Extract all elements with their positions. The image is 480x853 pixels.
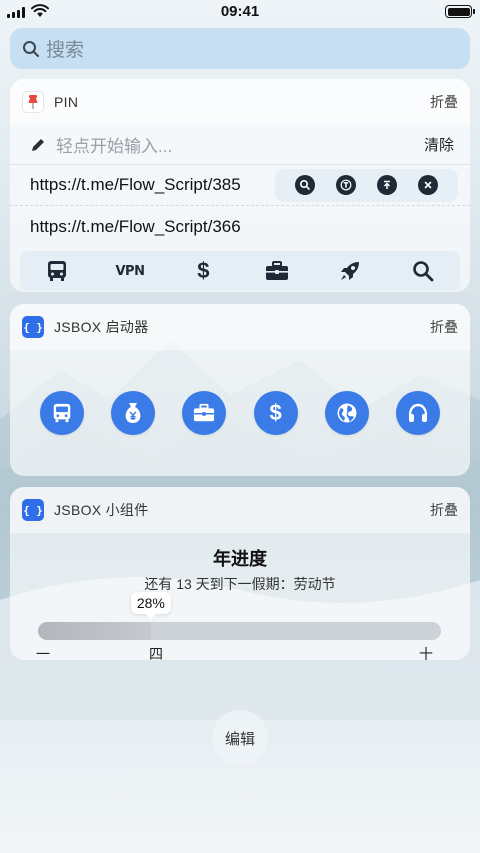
small-widget: { } JSBOX 小组件 折叠 年进度 还有 13 天到下一假期：劳动节 28…	[10, 487, 470, 660]
jsbox-app-icon: { }	[22, 499, 44, 521]
dollar-icon[interactable]: $	[189, 258, 217, 284]
launcher-money-button[interactable]	[110, 391, 155, 435]
jsbox-app-icon: { }	[22, 316, 44, 338]
pin-input-hint[interactable]: 轻点开始输入...	[56, 132, 172, 157]
pin-fold-button[interactable]: 折叠	[430, 92, 458, 112]
launcher-widget: { } JSBOX 启动器 折叠 $	[10, 304, 470, 476]
pin-widget: PIN 折叠 轻点开始输入... 清除 https://t.me/Flow_Sc…	[10, 79, 470, 292]
status-time: 09:41	[220, 3, 260, 20]
launcher-bus-button[interactable]	[39, 391, 84, 435]
edit-button[interactable]: 编辑	[212, 710, 268, 766]
launcher-widget-header: { } JSBOX 启动器 折叠	[10, 304, 470, 350]
battery-icon	[445, 5, 475, 18]
globe-icon	[337, 403, 357, 423]
clip-text[interactable]: https://t.me/Flow_Script/366	[30, 217, 241, 237]
holiday-countdown-text: 还有 13 天到下一假期：劳动节	[144, 576, 336, 592]
pin-input-row[interactable]: 轻点开始输入... 清除	[10, 125, 470, 165]
launcher-fold-button[interactable]: 折叠	[430, 317, 458, 337]
year-progress-bar: 28%	[38, 592, 441, 640]
small-widget-fold-button[interactable]: 折叠	[430, 500, 458, 520]
pin-widget-title: PIN	[54, 94, 79, 110]
text-action-icon[interactable]	[336, 175, 357, 195]
launcher-dollar-button[interactable]: $	[253, 391, 298, 435]
clip-item[interactable]: https://t.me/Flow_Script/385	[10, 165, 470, 206]
status-bar: 09:41	[0, 0, 480, 24]
pencil-icon	[32, 138, 44, 151]
progress-percent-label: 28%	[130, 592, 171, 619]
launcher-briefcase-button[interactable]	[182, 391, 227, 435]
briefcase-icon	[194, 403, 215, 422]
clip-text[interactable]: https://t.me/Flow_Script/385	[30, 175, 241, 195]
year-progress-title: 年进度	[213, 549, 267, 569]
pin-to-top-action-icon[interactable]	[376, 175, 397, 195]
small-widget-title: JSBOX 小组件	[54, 502, 149, 518]
search-tool-icon[interactable]	[409, 258, 437, 284]
headphones-icon	[409, 403, 428, 422]
dollar-icon: $	[269, 400, 282, 425]
delete-action-icon[interactable]	[417, 175, 438, 195]
clip-actions	[275, 168, 458, 202]
search-icon	[23, 40, 39, 57]
launcher-buttons: $	[10, 350, 470, 476]
search-action-icon[interactable]	[295, 175, 316, 195]
year-progress-widget: 年进度 还有 13 天到下一假期：劳动节 28% 一 四 十二	[10, 533, 470, 660]
rocket-icon[interactable]	[336, 258, 364, 284]
search-bar[interactable]: 搜索	[10, 28, 470, 69]
bus-icon[interactable]	[43, 258, 71, 284]
launcher-widget-title: JSBOX 启动器	[54, 319, 149, 335]
bus-icon	[53, 403, 70, 423]
tick-label: 四	[149, 646, 163, 660]
pin-toolbar: VPN $	[20, 251, 460, 291]
clip-item[interactable]: https://t.me/Flow_Script/366	[10, 206, 470, 247]
launcher-headphones-button[interactable]	[396, 391, 441, 435]
money-bag-icon	[125, 403, 141, 423]
progress-ticks: 一 四 十二	[36, 640, 441, 660]
vpn-icon[interactable]: VPN	[116, 258, 145, 284]
progress-track	[38, 622, 441, 640]
pushpin-icon	[28, 95, 38, 109]
progress-fill	[38, 622, 151, 640]
pin-app-icon	[22, 91, 44, 113]
pin-clear-button[interactable]: 清除	[424, 134, 454, 155]
search-placeholder: 搜索	[46, 40, 85, 61]
tick-label: 一	[36, 646, 50, 660]
pin-widget-header: PIN 折叠	[10, 79, 470, 125]
toolbox-icon[interactable]	[263, 258, 291, 284]
launcher-globe-button[interactable]	[324, 391, 369, 435]
small-widget-header: { } JSBOX 小组件 折叠	[10, 487, 470, 533]
tick-label: 十二	[419, 646, 433, 660]
